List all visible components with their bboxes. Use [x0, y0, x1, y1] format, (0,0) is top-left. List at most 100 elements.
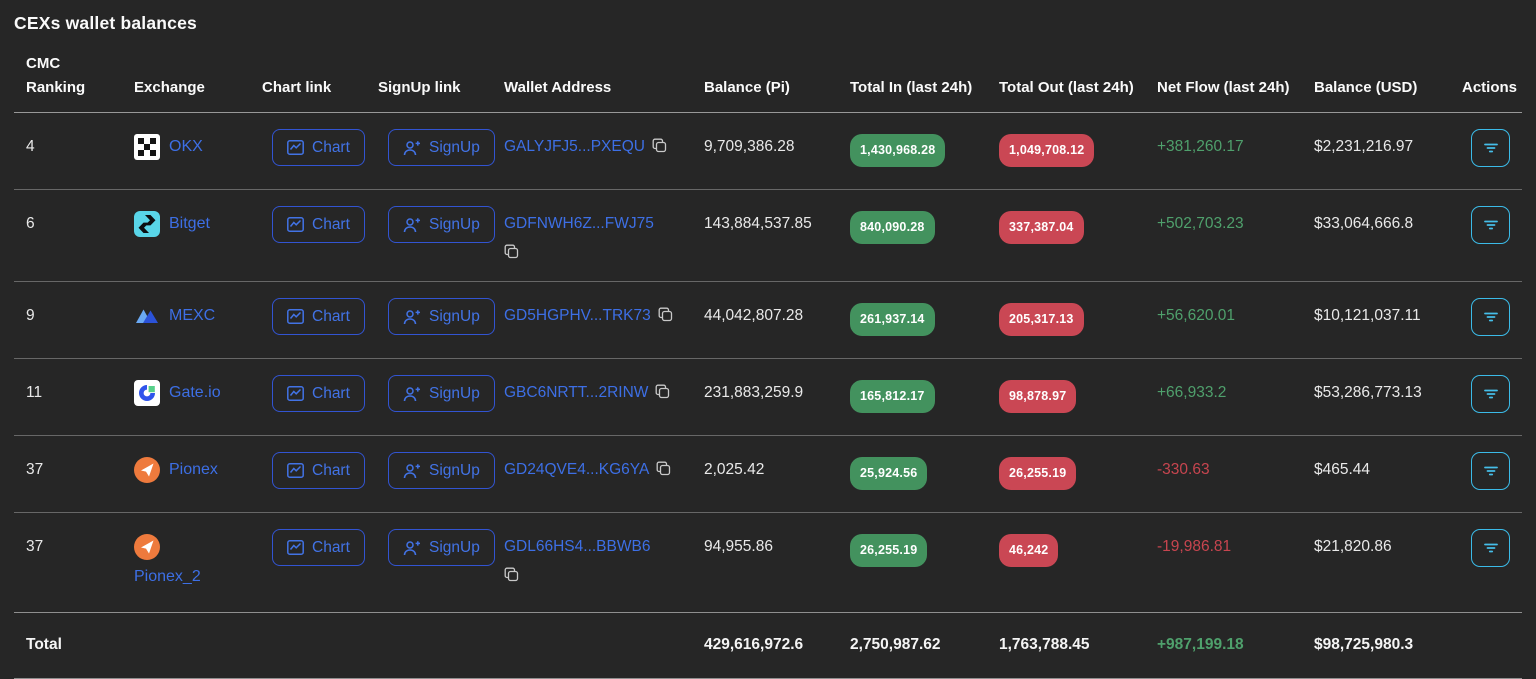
- total-out-sum: 1,763,788.45: [999, 636, 1090, 653]
- wallet-address-link[interactable]: GD24QVE4...KG6YA: [504, 461, 649, 478]
- bitget-logo-icon: [134, 211, 160, 237]
- col-signup-link: SignUp link: [378, 79, 461, 96]
- exchange-name: Pionex_2: [134, 568, 201, 585]
- total-in-badge: 26,255.19: [850, 534, 928, 567]
- exchange-name: MEXC: [169, 307, 216, 324]
- row-actions-button[interactable]: [1471, 452, 1510, 490]
- wallet-address-link[interactable]: GALYJFJ5...PXEQU: [504, 138, 645, 155]
- exchange-name: Bitget: [169, 215, 210, 232]
- balance-usd-cell: $53,286,773.13: [1314, 384, 1422, 401]
- signup-button-label: SignUp: [429, 384, 480, 402]
- chart-button-label: Chart: [312, 215, 350, 233]
- col-total-out: Total Out (last 24h): [999, 79, 1134, 96]
- table-header-row: CMC Ranking Exchange Chart link SignUp l…: [14, 42, 1522, 113]
- total-net-flow: +987,199.18: [1157, 636, 1244, 653]
- net-flow-cell: -19,986.81: [1157, 538, 1232, 555]
- cmc-ranking-cell: 6: [26, 215, 35, 232]
- line-chart-icon: [287, 140, 304, 155]
- exchange-link[interactable]: OKX: [134, 134, 242, 160]
- cmc-ranking-cell: 4: [26, 138, 35, 155]
- signup-link-button[interactable]: SignUp: [388, 375, 495, 412]
- exchange-link[interactable]: Pionex: [134, 457, 242, 483]
- row-actions-button[interactable]: [1471, 206, 1510, 244]
- chart-link-button[interactable]: Chart: [272, 129, 365, 166]
- net-flow-cell: +66,933.2: [1157, 384, 1227, 401]
- total-out-badge: 337,387.04: [999, 211, 1084, 244]
- copy-icon[interactable]: [652, 138, 667, 153]
- copy-icon[interactable]: [658, 307, 673, 322]
- signup-button-label: SignUp: [429, 538, 480, 556]
- table-total-row: Total 429,616,972.6 2,750,987.62 1,763,7…: [14, 613, 1522, 679]
- total-in-badge: 25,924.56: [850, 457, 928, 490]
- copy-icon[interactable]: [504, 244, 519, 259]
- chart-link-button[interactable]: Chart: [272, 375, 365, 412]
- okx-logo-icon: [134, 134, 160, 160]
- page-title: CEXs wallet balances: [14, 13, 197, 33]
- col-cmc-ranking: CMC Ranking: [26, 55, 86, 96]
- person-add-icon: [403, 463, 421, 479]
- wallet-address-link[interactable]: GBC6NRTT...2RINW: [504, 384, 648, 401]
- exchange-link[interactable]: Bitget: [134, 211, 242, 237]
- wallet-address-link[interactable]: GD5HGPHV...TRK73: [504, 307, 651, 324]
- signup-button-label: SignUp: [429, 215, 480, 233]
- exchange-link[interactable]: Pionex_2: [134, 534, 242, 590]
- exchange-name: Gate.io: [169, 384, 221, 401]
- balance-usd-cell: $21,820.86: [1314, 538, 1392, 555]
- col-balance-usd: Balance (USD): [1314, 79, 1418, 96]
- line-chart-icon: [287, 463, 304, 478]
- net-flow-cell: +381,260.17: [1157, 138, 1244, 155]
- table-row: 9 MEXC Chart SignUp GD5HGPHV...TRK73 44,…: [14, 282, 1522, 359]
- total-out-badge: 98,878.97: [999, 380, 1077, 413]
- chart-button-label: Chart: [312, 138, 350, 156]
- total-in-badge: 261,937.14: [850, 303, 935, 336]
- row-actions-button[interactable]: [1471, 375, 1510, 413]
- filter-icon: [1483, 218, 1498, 233]
- exchange-link[interactable]: MEXC: [134, 303, 242, 329]
- cmc-ranking-cell: 37: [26, 538, 44, 555]
- wallet-address-link[interactable]: GDL66HS4...BBWB6: [504, 538, 650, 555]
- copy-icon[interactable]: [656, 461, 671, 476]
- signup-link-button[interactable]: SignUp: [388, 206, 495, 243]
- signup-link-button[interactable]: SignUp: [388, 298, 495, 335]
- copy-icon[interactable]: [504, 567, 519, 582]
- col-exchange: Exchange: [134, 79, 205, 96]
- balance-usd-cell: $33,064,666.8: [1314, 215, 1414, 232]
- signup-link-button[interactable]: SignUp: [388, 452, 495, 489]
- mexc-logo-icon: [134, 303, 160, 329]
- col-chart-link: Chart link: [262, 79, 332, 96]
- balance-usd-cell: $2,231,216.97: [1314, 138, 1414, 155]
- row-actions-button[interactable]: [1471, 529, 1510, 567]
- person-add-icon: [403, 217, 421, 233]
- person-add-icon: [403, 140, 421, 156]
- total-out-badge: 26,255.19: [999, 457, 1077, 490]
- col-net-flow: Net Flow (last 24h): [1157, 79, 1290, 96]
- signup-button-label: SignUp: [429, 307, 480, 325]
- filter-icon: [1483, 541, 1498, 556]
- total-out-badge: 46,242: [999, 534, 1059, 567]
- signup-link-button[interactable]: SignUp: [388, 529, 495, 566]
- total-out-badge: 1,049,708.12: [999, 134, 1095, 167]
- exchange-link[interactable]: Gate.io: [134, 380, 242, 406]
- chart-button-label: Chart: [312, 538, 350, 556]
- person-add-icon: [403, 309, 421, 325]
- pionex-logo-icon: [134, 457, 160, 483]
- table-row: 37 Pionex_2 Chart SignUp GDL66HS4...BBWB…: [14, 513, 1522, 613]
- cmc-ranking-cell: 11: [26, 384, 43, 401]
- net-flow-cell: +502,703.23: [1157, 215, 1244, 232]
- row-actions-button[interactable]: [1471, 298, 1510, 336]
- chart-link-button[interactable]: Chart: [272, 452, 365, 489]
- wallet-address-link[interactable]: GDFNWH6Z...FWJ75: [504, 215, 654, 232]
- chart-link-button[interactable]: Chart: [272, 206, 365, 243]
- exchange-name: OKX: [169, 138, 203, 155]
- line-chart-icon: [287, 309, 304, 324]
- cmc-ranking-cell: 9: [26, 307, 35, 324]
- col-actions: Actions: [1462, 79, 1518, 96]
- row-actions-button[interactable]: [1471, 129, 1510, 167]
- chart-link-button[interactable]: Chart: [272, 298, 365, 335]
- copy-icon[interactable]: [655, 384, 670, 399]
- chart-link-button[interactable]: Chart: [272, 529, 365, 566]
- col-balance-pi: Balance (Pi): [704, 79, 790, 96]
- signup-link-button[interactable]: SignUp: [388, 129, 495, 166]
- total-in-badge: 840,090.28: [850, 211, 935, 244]
- col-wallet-address: Wallet Address: [504, 79, 612, 96]
